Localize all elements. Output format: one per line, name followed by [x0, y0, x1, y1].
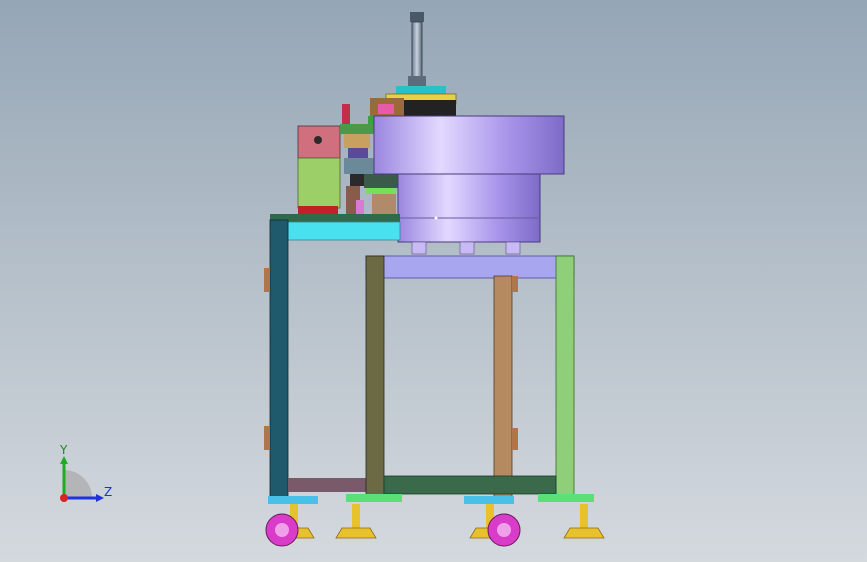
z-axis-label: Z: [104, 485, 112, 499]
y-axis-label: Y: [59, 443, 68, 457]
cad-viewport[interactable]: Y Z: [0, 0, 867, 562]
left-table-top: [270, 214, 401, 241]
left-module: [297, 125, 341, 214]
x-axis-dot: [60, 494, 68, 502]
leveling-feet: [273, 504, 605, 539]
vertical-rod: [408, 12, 426, 86]
vibratory-bowl: [373, 115, 565, 255]
right-frame: [365, 255, 575, 499]
triad-quadrant: [64, 470, 92, 498]
machine-assembly: [264, 12, 605, 547]
left-frame: [264, 219, 368, 499]
coordinate-triad: Y Z: [59, 443, 112, 502]
base-plates: [268, 494, 594, 504]
